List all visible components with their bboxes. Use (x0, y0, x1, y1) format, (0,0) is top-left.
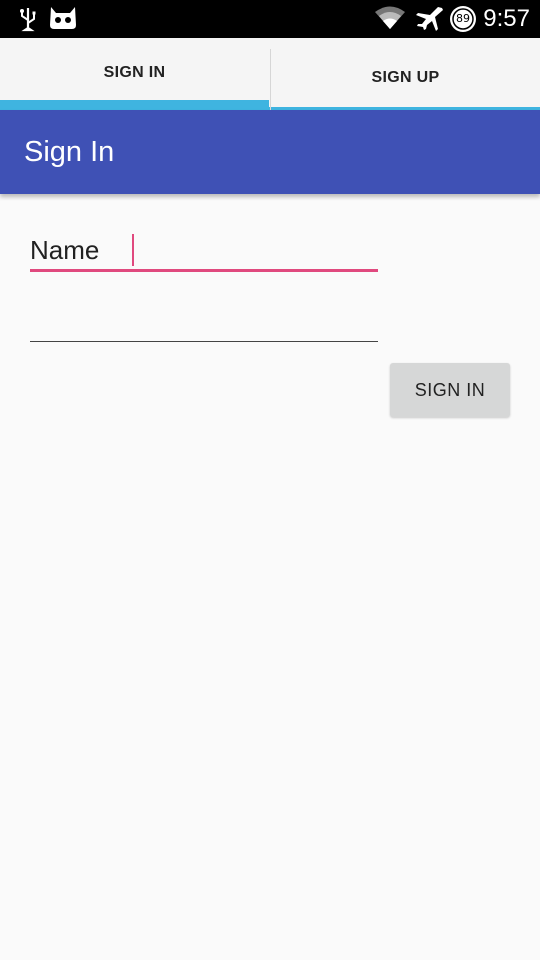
status-bar: 89 9:57 (0, 0, 540, 38)
clock: 9:57 (483, 5, 530, 32)
password-field[interactable] (30, 298, 378, 342)
name-field-value: Name (30, 235, 100, 265)
tab-indicator (0, 100, 269, 107)
battery-level: 89 (456, 12, 470, 25)
tab-sign-in[interactable]: SIGN IN (0, 38, 269, 107)
cyanogenmod-icon (50, 7, 76, 29)
app-bar: Sign In (0, 110, 540, 194)
text-cursor (132, 234, 134, 266)
tab-sign-up[interactable]: SIGN UP (270, 49, 540, 118)
sign-in-screen: 89 9:57 SIGN IN SIGN UP Sign In Name SIG… (0, 0, 540, 960)
name-field[interactable]: Name (30, 228, 378, 272)
wifi-icon (375, 6, 405, 29)
usb-icon (20, 8, 36, 32)
airplane-icon (416, 7, 443, 31)
page-title: Sign In (24, 136, 115, 168)
sign-in-button[interactable]: SIGN IN (390, 363, 510, 417)
